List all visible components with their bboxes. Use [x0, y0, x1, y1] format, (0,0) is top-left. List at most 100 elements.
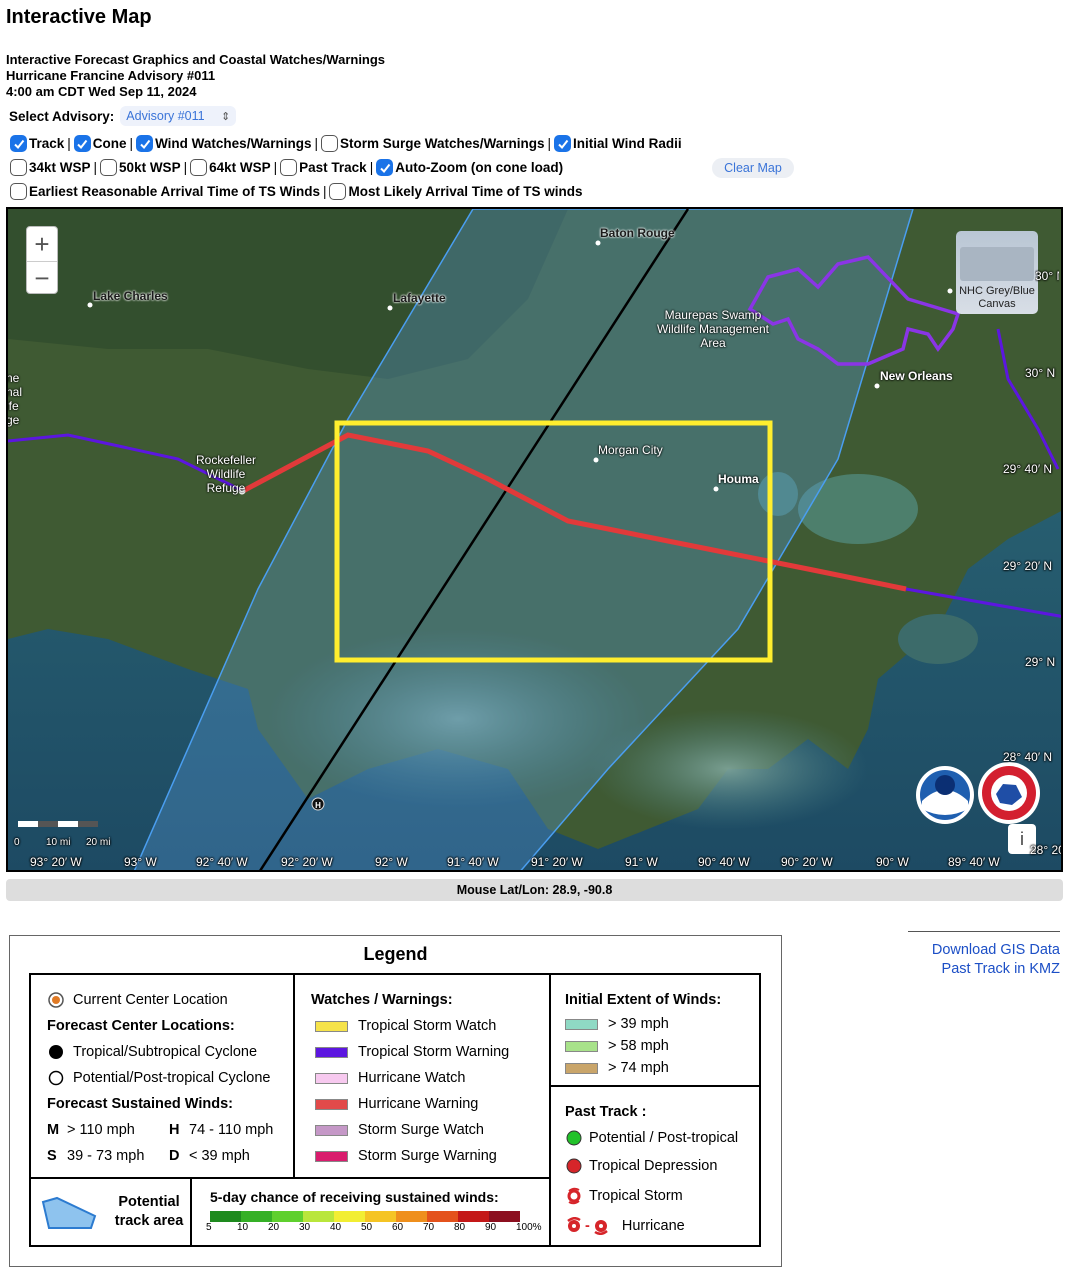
track-checkbox[interactable]: Track [10, 135, 64, 152]
past-track-checkbox[interactable]: Past Track [280, 159, 367, 176]
separator: | [93, 160, 98, 175]
legend-row: > 58 mph [565, 1035, 759, 1057]
ramp-color-cell [365, 1211, 396, 1222]
advisory-select-row: Select Advisory: Advisory #011 ⇕ [9, 106, 237, 126]
legend-title: Legend [363, 944, 428, 964]
lon-label: 93° W [124, 855, 157, 869]
color-swatch [565, 1040, 598, 1052]
ramp-color-cell [241, 1211, 272, 1222]
ramp-tick-label: 90 [485, 1222, 497, 1233]
legend-label: Potential track area [114, 1194, 184, 1229]
ramp-tick-label: 30 [299, 1222, 311, 1233]
likely-arrival-checkbox[interactable]: Most Likely Arrival Time of TS winds [329, 183, 583, 200]
lat-label: 28° 20′ N [1030, 843, 1061, 857]
wsp64-checkbox[interactable]: 64kt WSP [190, 159, 271, 176]
wsp50-checkbox[interactable]: 50kt WSP [100, 159, 181, 176]
option-label: Initial Wind Radii [573, 136, 682, 151]
basemap-thumbnail [960, 247, 1034, 281]
checkmark-icon [136, 135, 154, 152]
legend-row: Hurricane Watch [311, 1065, 549, 1091]
nws-logo [978, 762, 1040, 824]
lon-label: 91° 40′ W [447, 855, 499, 869]
ramp-tick-label: 70 [423, 1222, 435, 1233]
lat-label: 28° 40′ N [1003, 750, 1053, 764]
updown-chevron-icon: ⇕ [221, 110, 231, 123]
clear-map-button[interactable]: Clear Map [712, 158, 794, 178]
header-line: 4:00 am CDT Wed Sep 11, 2024 [6, 84, 197, 99]
legend-head: Watches / Warnings: [311, 992, 453, 1008]
past-track-kmz-link[interactable]: Past Track in KMZ [908, 960, 1060, 979]
option-label: 34kt WSP [29, 160, 91, 175]
legend-label: Hurricane Warning [358, 1096, 479, 1112]
ramp-color-cell [303, 1211, 334, 1222]
option-label: Most Likely Arrival Time of TS winds [348, 184, 583, 199]
ramp-tick-label: 5 [206, 1222, 212, 1233]
legend-label: Tropical Storm Watch [358, 1018, 497, 1034]
earliest-arrival-checkbox[interactable]: Earliest Reasonable Arrival Time of TS W… [10, 183, 320, 200]
map-view[interactable]: H + − NHC Grey/Blue Canvas i Baton Rouge… [6, 207, 1063, 872]
filled-circle-icon [49, 1045, 63, 1059]
mouse-coordinates-readout: Mouse Lat/Lon: 28.9, -90.8 [6, 879, 1063, 901]
lon-label: 92° 40′ W [196, 855, 248, 869]
current-center-icon [48, 992, 64, 1008]
legend-label: > 58 mph [608, 1038, 669, 1054]
cone-checkbox[interactable]: Cone [73, 135, 127, 152]
advisory-select[interactable]: Advisory #011 ⇕ [120, 106, 237, 126]
lon-label: 91° 20′ W [531, 855, 583, 869]
wind-watches-checkbox[interactable]: Wind Watches/Warnings [136, 135, 311, 152]
ramp-tick-label: 100% [516, 1222, 542, 1233]
legend-row: Potential/Post-tropical Cyclone [47, 1065, 293, 1091]
legend-head: Forecast Center Locations: [47, 1018, 235, 1034]
legend-key: M [47, 1122, 60, 1138]
ramp-tick-label: 20 [268, 1222, 280, 1233]
legend-potential-area-section: Potential track area [29, 1177, 192, 1247]
header-line: Hurricane Francine Advisory #011 [6, 68, 216, 83]
place-label-cut-off: ne nal ife ge [6, 371, 23, 427]
legend-row: M > 110 mph H 74 - 110 mph [47, 1117, 293, 1143]
legend-label: Hurricane [621, 1218, 685, 1234]
separator: | [322, 184, 327, 199]
legend-row: S 39 - 73 mph D < 39 mph [47, 1143, 293, 1169]
color-swatch [565, 1062, 598, 1074]
separator: | [547, 136, 552, 151]
separator: | [129, 136, 134, 151]
empty-checkbox-icon [320, 135, 338, 152]
advisory-select-label: Select Advisory: [9, 108, 115, 124]
legend-row: Potential / Post-tropical [565, 1125, 759, 1151]
empty-checkbox-icon [100, 159, 118, 176]
legend-head: Past Track : [565, 1104, 647, 1120]
color-swatch [315, 1150, 348, 1162]
checkmark-icon [10, 135, 27, 152]
auto-zoom-checkbox[interactable]: Auto-Zoom (on cone load) [376, 159, 563, 176]
color-swatch [565, 1018, 598, 1030]
map-canvas[interactable]: H [8, 209, 1063, 872]
checkmark-icon [554, 135, 572, 152]
legend-forecast-section: Current Center Location Forecast Center … [29, 973, 295, 1179]
legend-head: 5-day chance of receiving sustained wind… [210, 1189, 499, 1205]
legend-row: Tropical/Subtropical Cyclone [47, 1039, 293, 1065]
ramp-tick-label: 50 [361, 1222, 373, 1233]
wsp34-checkbox[interactable]: 34kt WSP [10, 159, 91, 176]
legend-head: Initial Extent of Winds: [565, 992, 722, 1008]
checkmark-icon [73, 135, 91, 152]
legend-watches-section: Watches / Warnings: Tropical Storm Watch… [293, 973, 551, 1179]
option-label: Cone [92, 136, 127, 151]
zoom-out-button[interactable]: − [27, 261, 57, 295]
zoom-in-button[interactable]: + [27, 227, 57, 261]
option-label: Track [29, 136, 65, 151]
header-line: Interactive Forecast Graphics and Coasta… [6, 52, 386, 67]
storm-surge-checkbox[interactable]: Storm Surge Watches/Warnings [320, 135, 545, 152]
place-label-houma: Houma [718, 472, 759, 486]
initial-wind-radii-checkbox[interactable]: Initial Wind Radii [554, 135, 682, 152]
legend-label: Tropical Storm Warning [358, 1044, 510, 1060]
basemap-toggle-button[interactable]: NHC Grey/Blue Canvas [956, 231, 1038, 314]
city-dot [87, 302, 93, 308]
lat-label: 29° N [1025, 655, 1056, 669]
legend-label: 39 - 73 mph [67, 1148, 145, 1164]
lake-borgne [898, 614, 978, 664]
download-gis-link[interactable]: Download GIS Data [908, 941, 1060, 960]
ramp-tick-label: 40 [330, 1222, 342, 1233]
ramp-color-cell [210, 1211, 241, 1222]
empty-checkbox-icon [190, 159, 208, 176]
city-dot [387, 305, 393, 311]
